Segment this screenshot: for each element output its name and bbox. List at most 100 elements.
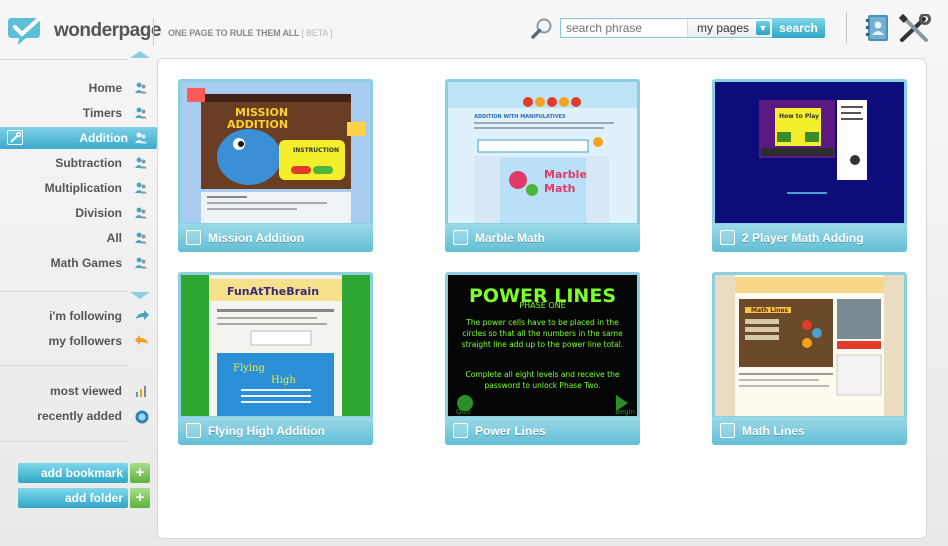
flying-title-line1: Flying — [233, 363, 265, 374]
tile-title[interactable]: Math Lines — [742, 424, 805, 438]
sidebar-item-timers[interactable]: Timers — [0, 102, 150, 124]
bookmark-tile-marble-math[interactable]: ADDITION WITH MANIPULATIVES Marble Math … — [445, 79, 640, 252]
settings-tools-icon[interactable] — [898, 13, 932, 49]
sidebar-item-label: recently added — [37, 409, 122, 423]
tagline: ONE PAGE TO RULE THEM ALL [ BETA ] — [168, 28, 332, 38]
sidebar-item-label: my followers — [48, 334, 122, 348]
sidebar-divider — [0, 59, 128, 60]
wonderpage-logo-icon[interactable] — [6, 14, 48, 51]
mission-addition-screenshot: MISSION ADDITION INSTRUCTION — [181, 82, 370, 223]
sidebar-item-addition[interactable]: Addition — [0, 127, 164, 149]
tile-caption-bar: Power Lines — [445, 417, 640, 445]
sidebar-item-math-games[interactable]: Math Games — [0, 252, 150, 274]
flying-high-screenshot: FunAtTheBrain Flying High — [181, 275, 370, 416]
search-box: my pages ▼ — [560, 18, 772, 38]
brand-name[interactable]: wonderpage — [54, 20, 161, 42]
sidebar-item-label: Division — [75, 206, 122, 220]
beta-label: [ BETA ] — [301, 28, 333, 38]
bookmark-tile-power-lines[interactable]: POWER LINES PHASE ONE The power cells ha… — [445, 272, 640, 445]
users-icon — [135, 157, 147, 169]
flying-banner: FunAtTheBrain — [227, 285, 319, 298]
tile-caption-bar: 2 Player Math Adding — [712, 224, 907, 252]
users-icon — [135, 207, 147, 219]
tile-title[interactable]: Power Lines — [475, 424, 546, 438]
sidebar-item-label: All — [106, 231, 122, 245]
thumbnail-mission-addition[interactable]: MISSION ADDITION INSTRUCTION — [181, 82, 370, 223]
marble-title-line1: Marble — [544, 168, 587, 181]
marble-title-line2: Math — [544, 182, 575, 195]
add-bookmark-row: add bookmark + — [18, 463, 150, 483]
tile-title[interactable]: Marble Math — [475, 231, 545, 245]
address-book-icon[interactable] — [866, 14, 890, 47]
power-lines-begin: Begin — [615, 408, 635, 416]
math-lines-screenshot: Math Lines — [715, 275, 904, 416]
arrow-left-icon — [135, 335, 148, 345]
sidebar-item-most-viewed[interactable]: most viewed — [0, 380, 150, 402]
thumbnail-flying-high[interactable]: FunAtTheBrain Flying High — [181, 275, 370, 416]
sidebar-item-label: Home — [88, 81, 122, 95]
search-input[interactable] — [561, 19, 687, 37]
tile-title[interactable]: 2 Player Math Adding — [742, 231, 864, 245]
power-lines-quit: Quit — [456, 408, 471, 416]
search-scope-select[interactable]: my pages ▼ — [687, 19, 772, 37]
sidebar-item-home[interactable]: Home — [0, 77, 150, 99]
add-folder-button[interactable]: add folder — [18, 488, 128, 508]
sidebar-item-recently-added[interactable]: recently added — [0, 405, 150, 427]
chevron-down-icon[interactable]: ▼ — [756, 21, 770, 35]
arrow-right-icon — [136, 310, 149, 320]
search-button[interactable]: search — [772, 18, 825, 38]
sidebar-item-all[interactable]: All — [0, 227, 150, 249]
tile-caption-bar: Flying High Addition — [178, 417, 373, 445]
mission-instruction: INSTRUCTION — [293, 147, 339, 154]
users-icon — [453, 230, 468, 245]
sidebar-divider — [0, 441, 128, 442]
sidebar-item-label: Subtraction — [55, 156, 122, 170]
sidebar-divider — [0, 291, 128, 292]
thumbnail-marble-math[interactable]: ADDITION WITH MANIPULATIVES Marble Math — [448, 82, 637, 223]
main-panel: MISSION ADDITION INSTRUCTION Mission Add… — [157, 58, 927, 539]
sidebar-item-division[interactable]: Division — [0, 202, 150, 224]
sidebar-item-label: Multiplication — [44, 181, 122, 195]
tile-caption-bar: Marble Math — [445, 224, 640, 252]
tile-title[interactable]: Flying High Addition — [208, 424, 325, 438]
sidebar-item-following[interactable]: i'm following — [0, 305, 150, 327]
tile-caption-bar: Mission Addition — [178, 224, 373, 252]
new-badge-icon — [135, 410, 149, 424]
header-divider — [153, 18, 154, 46]
tile-title[interactable]: Mission Addition — [208, 231, 304, 245]
sidebar-item-label: Math Games — [50, 256, 122, 270]
users-icon — [720, 230, 735, 245]
header-divider-right — [846, 12, 847, 44]
add-folder-row: add folder + — [18, 488, 150, 508]
users-icon — [135, 182, 147, 194]
thumbnail-power-lines[interactable]: POWER LINES PHASE ONE The power cells ha… — [448, 275, 637, 416]
bar-chart-icon — [136, 386, 146, 397]
marble-math-screenshot: ADDITION WITH MANIPULATIVES Marble Math — [448, 82, 637, 223]
sidebar-item-subtraction[interactable]: Subtraction — [0, 152, 150, 174]
tagline-text: ONE PAGE TO RULE THEM ALL — [168, 28, 300, 38]
thumbnail-2-player-math[interactable]: How to Play — [715, 82, 904, 223]
sidebar-item-multiplication[interactable]: Multiplication — [0, 177, 150, 199]
sidebar-item-label: Timers — [82, 106, 122, 120]
users-icon — [135, 107, 147, 119]
add-folder-plus-button[interactable]: + — [130, 488, 150, 508]
tile-caption-bar: Math Lines — [712, 417, 907, 445]
bookmark-tile-flying-high-addition[interactable]: FunAtTheBrain Flying High Flying High Ad… — [178, 272, 373, 445]
mission-title-line2: ADDITION — [227, 118, 288, 131]
users-icon — [186, 230, 201, 245]
sidebar-item-label: Addition — [79, 131, 128, 145]
search-scope-value: my pages — [697, 21, 750, 35]
thumbnail-math-lines[interactable]: Math Lines — [715, 275, 904, 416]
sidebar-item-followers[interactable]: my followers — [0, 330, 150, 352]
twoplayer-title: How to Play — [779, 113, 819, 120]
add-bookmark-plus-button[interactable]: + — [130, 463, 150, 483]
edit-wrench-icon[interactable] — [7, 130, 23, 145]
users-icon — [186, 423, 201, 438]
bookmark-tile-2-player-math-adding[interactable]: How to Play 2 Player Math Adding — [712, 79, 907, 252]
bookmark-tile-mission-addition[interactable]: MISSION ADDITION INSTRUCTION Mission Add… — [178, 79, 373, 252]
users-icon — [135, 82, 147, 94]
bookmark-tile-math-lines[interactable]: Math Lines Math Lines — [712, 272, 907, 445]
flying-title-line2: High — [271, 375, 296, 386]
sidebar-notch-down — [130, 292, 150, 299]
add-bookmark-button[interactable]: add bookmark — [18, 463, 128, 483]
